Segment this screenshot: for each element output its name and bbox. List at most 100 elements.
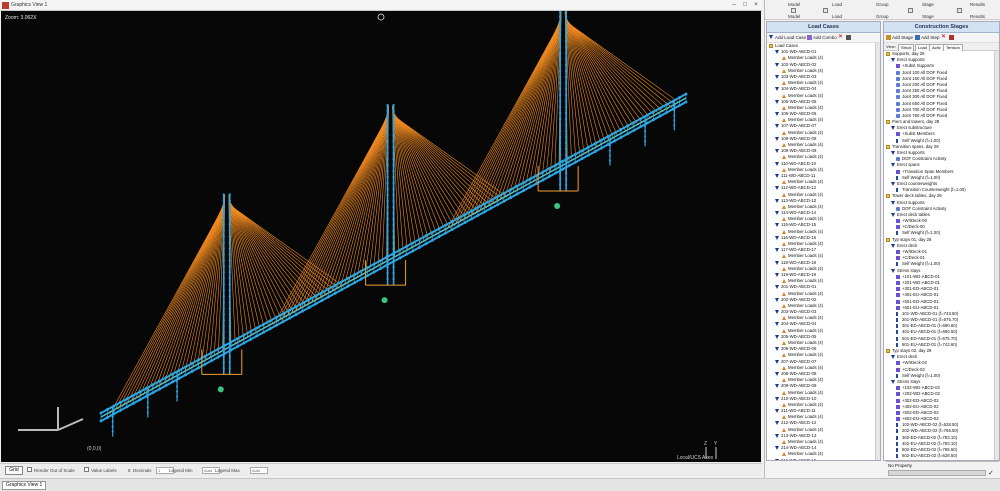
tower-joint: [392, 133, 395, 137]
stay-cable: [564, 20, 672, 108]
value-labels-checkbox[interactable]: [84, 467, 89, 472]
activation-icon: [896, 299, 900, 304]
add-load-case-icon: [769, 35, 773, 39]
stay-cable: [228, 198, 278, 322]
tower-joint: [559, 57, 562, 61]
tower-joint: [228, 295, 231, 298]
tower-joint: [228, 259, 231, 262]
tower-joint: [559, 165, 562, 169]
stages-view-tabs: View: Struct Load Activ Tension: [884, 43, 999, 51]
add-step-button[interactable]: Add Step: [921, 35, 940, 40]
load-cases-scrollbar[interactable]: [875, 43, 880, 460]
pier-joint: [673, 99, 676, 102]
model-canvas[interactable]: Zoom: 3.062X ZY (0,0,0) Local/UCS Axes: [1, 11, 761, 462]
tower-joint: [228, 193, 231, 196]
load-factor-icon: [896, 175, 898, 180]
tower-joint: [559, 21, 562, 25]
maximize-icon[interactable]: □: [741, 2, 749, 9]
stay-cable: [151, 200, 226, 391]
joint-icon: [896, 206, 900, 211]
load-factor-icon: [896, 324, 898, 329]
load-icon[interactable]: [823, 8, 828, 13]
stay-cable: [533, 13, 562, 181]
tower-joint: [559, 159, 562, 163]
tower-joint: [386, 211, 389, 215]
pier-joint: [111, 405, 114, 408]
pier-joint: [673, 124, 676, 127]
grid-button[interactable]: Grid: [5, 466, 23, 475]
subtab-activ[interactable]: Activ: [929, 44, 944, 51]
stay-cable: [327, 110, 389, 294]
grid-view-icon[interactable]: [846, 35, 851, 40]
subtab-load[interactable]: Load: [915, 44, 930, 51]
load-factor-icon: [896, 231, 898, 236]
subtab-struct[interactable]: Struct: [898, 44, 915, 51]
tower-joint: [565, 159, 568, 163]
tower-joint: [392, 175, 395, 179]
load-case-icon: [775, 310, 779, 315]
tower-joint: [392, 259, 395, 263]
tower-joint: [565, 111, 568, 115]
activation-icon: [896, 287, 900, 292]
decimals-value[interactable]: 8: [128, 468, 131, 473]
stage-icon[interactable]: [908, 8, 913, 13]
tower-joint: [392, 277, 395, 281]
tower-joint: [386, 157, 389, 161]
add-load-case-button[interactable]: Add Load Case: [775, 35, 806, 40]
stage-action-item[interactable]: 602-EU-ABCD-02 (f=628.50): [884, 453, 999, 459]
tower-joint: [222, 235, 225, 238]
tower-joint: [386, 271, 389, 275]
close-icon[interactable]: ×: [752, 2, 760, 9]
stay-cable: [197, 196, 226, 365]
tower-joint: [386, 253, 389, 257]
joint-icon: [896, 70, 900, 75]
stage-options-icon[interactable]: [949, 35, 954, 40]
stages-scrollbar[interactable]: [994, 51, 999, 460]
add-stage-button[interactable]: Add Stage: [892, 35, 913, 40]
joint-icon: [896, 76, 900, 81]
stay-cable: [508, 15, 562, 196]
tab-graphics-view-1[interactable]: Graphics View 1: [2, 481, 47, 490]
member-load-icon: [782, 266, 786, 271]
activation-icon: [896, 293, 900, 298]
tower-joint: [386, 103, 389, 107]
tower-joint: [559, 93, 562, 97]
member-load-icon: [782, 242, 786, 246]
stages-toolbar: Add Stage Add Step ✕: [884, 33, 999, 43]
tower-joint: [392, 193, 395, 197]
pier-joint: [644, 130, 647, 133]
member-load-icon: [782, 167, 786, 172]
load-factor-icon: [896, 441, 898, 446]
toolbar-model-top: Model: [788, 2, 801, 7]
legend-max-label: Legend Max: [215, 468, 240, 473]
minimize-icon[interactable]: –: [730, 2, 738, 9]
tower-joint: [559, 75, 562, 79]
delete-stage-icon[interactable]: ✕: [941, 34, 946, 40]
tower-joint: [228, 265, 231, 268]
legend-max-auto[interactable]: Auto: [250, 467, 268, 474]
tower-joint: [565, 177, 568, 181]
axis-y-line: [57, 418, 84, 431]
add-combo-button[interactable]: Add Combo: [813, 35, 837, 40]
load-case-item[interactable]: 215-WD-ABCD-15: [767, 458, 880, 460]
tower-joint: [559, 153, 562, 157]
pier-joint: [146, 396, 149, 399]
delete-icon[interactable]: ✕: [838, 34, 843, 40]
tower-joint: [228, 211, 231, 214]
activation-icon: [896, 410, 900, 415]
local-axis-z-label: Z: [704, 441, 707, 447]
load-cases-toolbar: Add Load Case Add Combo ✕: [767, 33, 880, 43]
subtab-tension[interactable]: Tension: [943, 44, 963, 51]
render-out-of-scale-checkbox[interactable]: [27, 467, 32, 472]
member-load-icon: [782, 217, 786, 222]
stay-cable: [516, 14, 562, 191]
tower-joint: [392, 181, 395, 185]
load-case-icon: [775, 223, 779, 228]
tower-joint: [559, 105, 562, 109]
tower-joint: [559, 87, 562, 91]
checkmark-icon[interactable]: ✓: [988, 469, 994, 477]
stay-cable: [479, 18, 562, 212]
results-icon[interactable]: [957, 8, 962, 13]
model-icon[interactable]: [791, 8, 796, 13]
toolbar-load-top: Load: [832, 2, 843, 7]
